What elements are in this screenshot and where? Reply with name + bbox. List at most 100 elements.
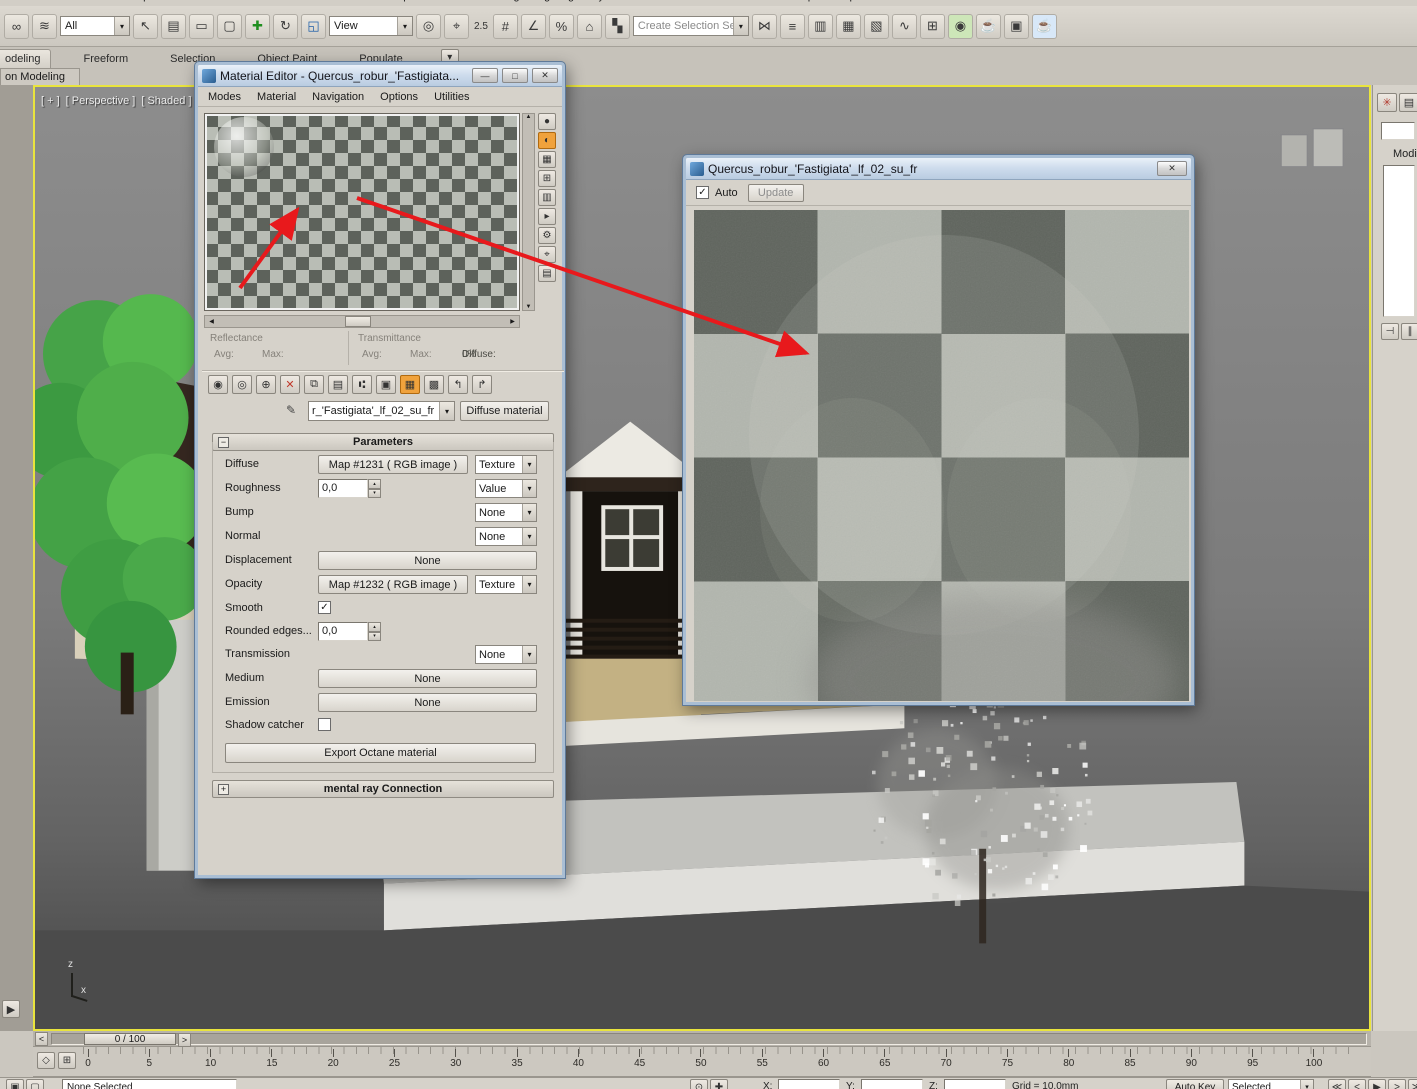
go-to-end-icon[interactable]: ≫ [1408,1079,1417,1089]
named-selection-sets-icon[interactable]: ▚ [604,13,630,39]
diffuse-map-button[interactable]: Map #1231 ( RGB image ) [318,455,468,474]
background-icon[interactable]: ▦ [538,151,556,168]
material-sample-grid[interactable] [204,113,520,311]
go-forward-to-sibling-icon[interactable]: ↱ [472,375,492,394]
play-animation-icon[interactable]: ▶ [1368,1079,1386,1089]
roughness-field[interactable]: 0,0 [318,479,368,498]
render-production-icon[interactable]: ☕ [1031,13,1057,39]
me-menu-navigation[interactable]: Navigation [304,91,372,103]
update-button[interactable]: Update [747,183,804,202]
material-editor-titlebar[interactable]: Material Editor - Quercus_robur_'Fastigi… [198,65,562,87]
chevron-down-icon[interactable]: ▾ [522,646,536,663]
angle-snap-icon[interactable]: ∠ [520,13,546,39]
bump-mode-combo[interactable]: None ▾ [475,503,537,522]
menu-group[interactable]: Group [111,0,158,2]
opacity-mode-combo[interactable]: Texture ▾ [475,575,537,594]
options-icon[interactable]: ⚙ [538,227,556,244]
select-and-manipulate-icon[interactable]: ⌖ [444,13,469,39]
material-editor-window[interactable]: Material Editor - Quercus_robur_'Fastigi… [194,61,566,879]
export-octane-material-button[interactable]: Export Octane material [225,743,536,763]
selection-set-combo[interactable]: Selected ▾ [1228,1079,1314,1089]
material-sample-checker[interactable] [205,114,519,310]
curve-editor-icon[interactable]: ∿ [891,13,917,39]
show-background-icon[interactable]: ▣ [376,375,396,394]
menu-views[interactable]: Views [157,0,202,2]
rounded-edges-field[interactable]: 0,0 [318,622,368,641]
select-by-name-icon[interactable]: ▤ [161,13,186,39]
expand-tray-button[interactable]: ▶ [2,1000,20,1018]
time-slider-thumb[interactable]: 0 / 100 [84,1033,176,1045]
texture-preview-window[interactable]: Quercus_robur_'Fastigiata'_lf_02_su_fr ✕… [682,154,1195,706]
named-selection-input[interactable]: Create Selection Se ▾ [632,16,749,36]
menu-modifiers[interactable]: Modifiers [251,0,312,2]
y-coordinate-field[interactable] [861,1079,923,1089]
eyedropper-icon[interactable]: ✎ [286,403,302,419]
selection-lock-icon[interactable]: ▢ [26,1079,44,1089]
normal-mode-combo[interactable]: None ▾ [475,527,537,546]
chevron-down-icon[interactable]: ▾ [522,480,536,497]
menu-maxscript[interactable]: MAXScript [757,0,825,2]
ribbon-subtab[interactable]: on Modeling [0,68,80,86]
absolute-mode-icon[interactable]: ⊙ [690,1079,708,1089]
menu-animation[interactable]: Animation [312,0,377,2]
x-coordinate-field[interactable] [778,1079,840,1089]
close-button[interactable]: ✕ [532,68,558,83]
roughness-mode-combo[interactable]: Value ▾ [475,479,537,498]
expand-icon[interactable]: + [218,784,229,795]
put-material-to-scene-icon[interactable]: ◎ [232,375,252,394]
get-material-icon[interactable]: ◉ [208,375,228,394]
chevron-down-icon[interactable]: ▾ [1300,1080,1313,1089]
material-map-navigator-icon[interactable]: ▤ [538,265,556,282]
isolate-selection-icon[interactable]: ▣ [6,1079,24,1089]
layer-manager-icon[interactable]: ▦ [835,13,861,39]
previous-frame-icon[interactable]: < [1348,1079,1366,1089]
chevron-down-icon[interactable]: ▾ [522,528,536,545]
menu-lighting-analysis[interactable]: Lighting Analysis [528,0,626,2]
mini-curve-editor-icon[interactable]: ◇ [37,1052,55,1069]
material-editor-icon[interactable]: ◉ [947,13,973,39]
viewport-menu-view[interactable]: [ Perspective ] [66,95,136,107]
select-and-rotate-icon[interactable]: ↻ [273,13,298,39]
time-slider[interactable]: < 0 / 100 > [33,1031,1371,1047]
go-to-parent-icon[interactable]: ↰ [448,375,468,394]
next-frame-button[interactable]: > [178,1033,191,1047]
diffuse-mode-combo[interactable]: Texture ▾ [475,455,537,474]
chevron-down-icon[interactable]: ▾ [522,576,536,593]
ribbon-tab-freeform[interactable]: Freeform [73,50,138,68]
z-coordinate-field[interactable] [944,1079,1006,1089]
me-menu-modes[interactable]: Modes [200,91,249,103]
emission-button[interactable]: None [318,693,537,712]
menu-tools[interactable]: Tools [69,0,111,2]
show-end-result-icon[interactable]: ▩ [424,375,444,394]
scroll-down-icon[interactable]: ▼ [526,304,532,310]
backlight-icon[interactable]: ◐ [538,132,556,149]
material-type-button[interactable]: Diffuse material [460,401,549,421]
auto-key-button[interactable]: Auto Key [1166,1079,1224,1089]
previous-frame-button[interactable]: < [35,1032,48,1046]
opacity-map-button[interactable]: Map #1232 ( RGB image ) [318,575,468,594]
select-and-move-icon[interactable]: ✚ [245,13,270,39]
me-menu-options[interactable]: Options [372,91,426,103]
menu-create[interactable]: Create [202,0,251,2]
put-to-library-icon[interactable]: ▤ [328,375,348,394]
scrollbar-thumb[interactable] [345,316,371,327]
unlink-selection-icon[interactable]: ≋ [32,13,57,39]
align-icon[interactable]: ≡ [779,13,805,39]
viewport-label[interactable]: [ + ] [ Perspective ] [ Shaded ] [41,95,192,107]
display-panel-icon[interactable]: ▤ [1399,93,1417,112]
command-panel[interactable]: ✳▤ Modifier ⊣∥ [1372,85,1417,1031]
roughness-spinner[interactable]: ▴ ▾ [368,479,381,498]
menu-laubwerk[interactable]: Laubwerk [864,0,928,2]
transform-gizmo-icon[interactable]: ✚ [710,1079,728,1089]
preview-titlebar[interactable]: Quercus_robur_'Fastigiata'_lf_02_su_fr ✕ [686,158,1191,180]
reset-map-icon[interactable]: ✕ [280,375,300,394]
track-bar[interactable]: ◇ ⊞ 0 5 10 15 20 25 30 35 40 45 50 55 60 65 70 75 80 85 90 9… [33,1047,1371,1077]
mental-ray-rollout-header[interactable]: + mental ray Connection [212,780,554,798]
rectangular-selection-region-icon[interactable]: ▭ [189,13,214,39]
go-to-start-icon[interactable]: ≪ [1328,1079,1346,1089]
menu-graph-editors[interactable]: Graph Editors [377,0,461,2]
selection-filter-combo[interactable]: All ▾ [60,16,130,36]
modifier-stack[interactable] [1383,165,1415,317]
video-color-check-icon[interactable]: ▥ [538,189,556,206]
chevron-down-icon[interactable]: ▾ [522,456,536,473]
